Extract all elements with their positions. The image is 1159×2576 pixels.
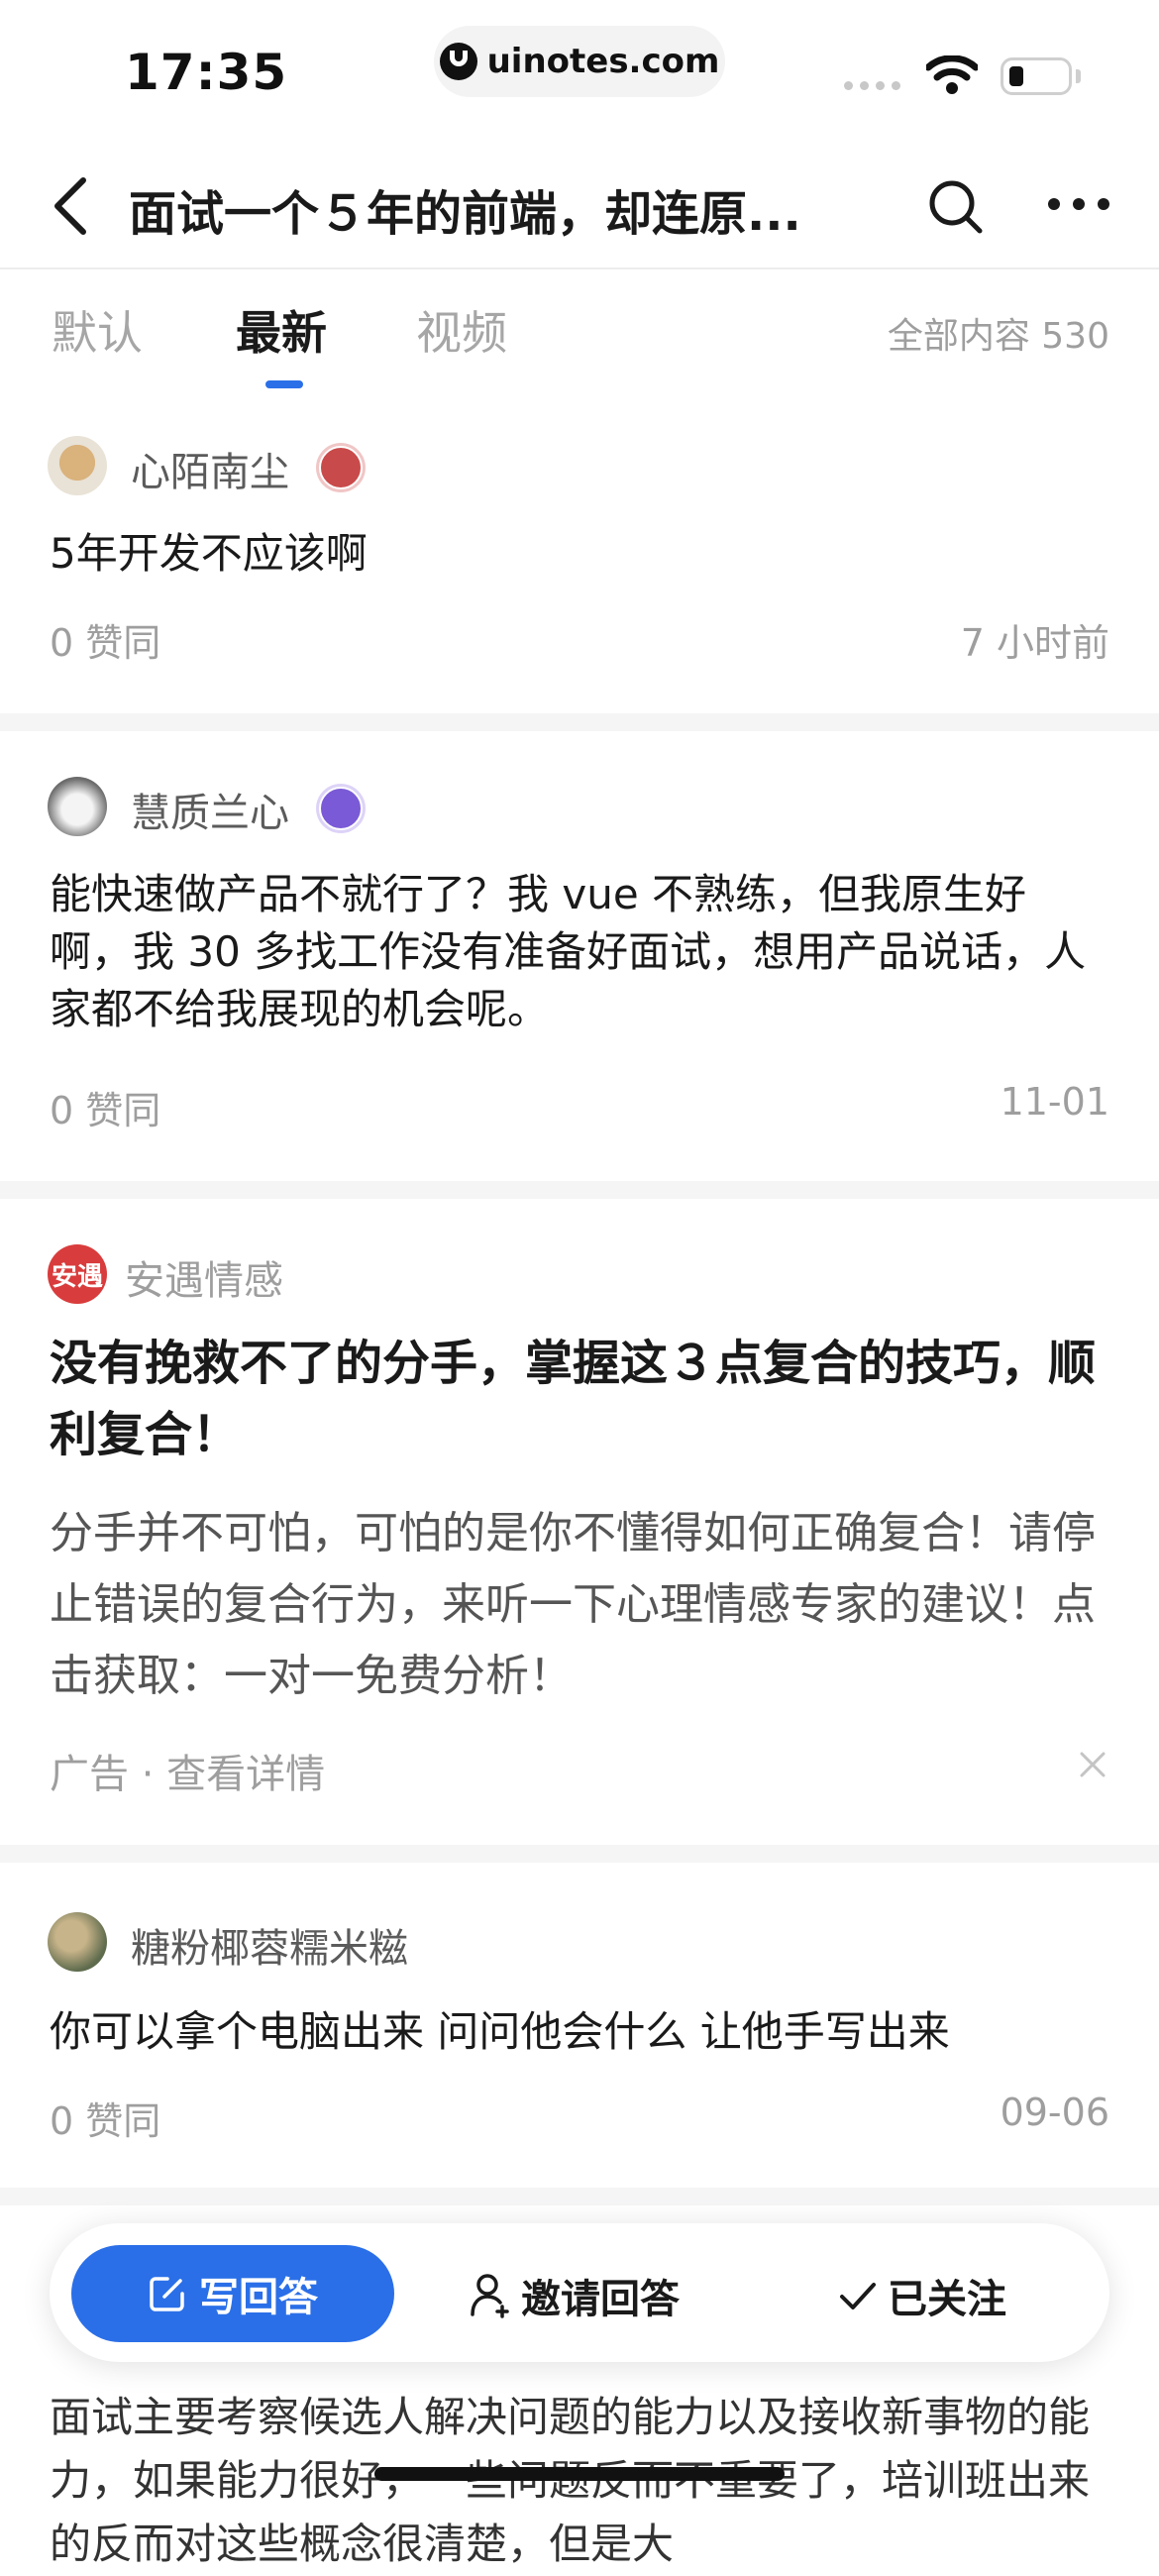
checkmark-icon xyxy=(840,2283,876,2309)
ad-logo[interactable]: 安遇 xyxy=(48,1244,107,1304)
avatar[interactable] xyxy=(48,777,107,836)
follow-button[interactable]: 已关注 xyxy=(838,2267,1006,2324)
tab-latest[interactable]: 最新 xyxy=(236,297,327,363)
invite-answer-label: 邀请回答 xyxy=(521,2277,680,2322)
answer-text[interactable]: 5年开发不应该啊 xyxy=(50,525,1109,583)
battery-icon xyxy=(1001,57,1072,95)
follow-label: 已关注 xyxy=(888,2277,1006,2322)
signal-icon xyxy=(844,81,900,90)
like-count[interactable]: 0 赞同 xyxy=(50,1080,160,1134)
like-count[interactable]: 0 赞同 xyxy=(50,612,160,667)
back-arrow-icon[interactable] xyxy=(48,176,91,236)
tab-default[interactable]: 默认 xyxy=(52,297,143,363)
author-name[interactable]: 糖粉椰蓉糯米糍 xyxy=(131,1916,408,1974)
creator-badge-icon xyxy=(319,787,363,830)
author-name[interactable]: 心陌南尘 xyxy=(131,440,289,497)
tab-video[interactable]: 视频 xyxy=(416,297,507,363)
write-answer-button[interactable]: 写回答 xyxy=(71,2245,394,2342)
tab-indicator xyxy=(265,380,303,388)
card-separator xyxy=(0,1845,1159,1863)
card-separator xyxy=(0,713,1159,731)
answer-time: 09-06 xyxy=(1000,2091,1109,2134)
answer-text-partial[interactable]: 面试主要考察候选人解决问题的能力以及接收新事物的能力，如果能力很好，一些问题反而… xyxy=(50,2386,1109,2576)
answer-time: 11-01 xyxy=(1000,1080,1109,1124)
battery-tip xyxy=(1076,69,1081,83)
url-text: uinotes.com xyxy=(486,42,720,81)
content-count: 全部内容 530 xyxy=(887,316,1109,357)
site-logo-icon xyxy=(439,43,477,80)
like-count[interactable]: 0 赞同 xyxy=(50,2091,160,2145)
card-separator xyxy=(0,1181,1159,1199)
page-title: 面试一个５年的前端，却连原... xyxy=(129,186,801,242)
ad-brand[interactable]: 安遇情感 xyxy=(125,1248,283,1306)
home-indicator xyxy=(374,2467,785,2481)
user-add-icon xyxy=(471,2274,509,2318)
url-pill[interactable]: uinotes.com xyxy=(434,26,725,97)
close-icon[interactable] xyxy=(1078,1750,1107,1779)
verified-badge-icon xyxy=(319,446,363,489)
ad-title[interactable]: 没有挽救不了的分手，掌握这３点复合的技巧，顺利复合！ xyxy=(50,1328,1109,1470)
ad-footer-link[interactable]: 广告 · 查看详情 xyxy=(50,1742,325,1799)
answer-text[interactable]: 你可以拿个电脑出来 问问他会什么 让他手写出来 xyxy=(50,2003,1109,2061)
more-icon[interactable] xyxy=(1046,196,1111,212)
invite-answer-button[interactable]: 邀请回答 xyxy=(470,2267,680,2324)
ad-body[interactable]: 分手并不可怕，可怕的是你不懂得如何正确复合！请停止错误的复合行为，来听一下心理情… xyxy=(50,1498,1109,1712)
status-time: 17:35 xyxy=(125,44,288,101)
card-separator xyxy=(0,2188,1159,2205)
avatar[interactable] xyxy=(48,436,107,495)
nav-divider xyxy=(0,268,1159,269)
answer-text[interactable]: 能快速做产品不就行了？我 vue 不熟练，但我原生好啊，我 30 多找工作没有准… xyxy=(50,866,1109,1038)
edit-icon xyxy=(150,2277,184,2311)
answer-time: 7 小时前 xyxy=(960,621,1109,665)
wifi-icon xyxy=(926,55,978,94)
search-icon[interactable] xyxy=(927,178,985,236)
avatar[interactable] xyxy=(48,1912,107,1972)
author-name[interactable]: 慧质兰心 xyxy=(131,781,289,838)
write-answer-label: 写回答 xyxy=(199,2275,318,2320)
